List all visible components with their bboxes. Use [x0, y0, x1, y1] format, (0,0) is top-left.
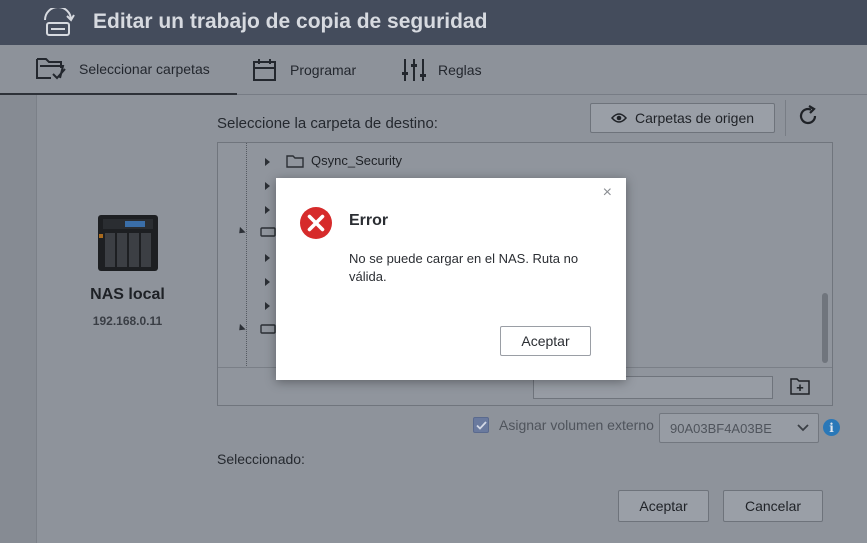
left-edge	[0, 95, 36, 543]
assign-label: Asignar volumen externo	[499, 417, 654, 433]
info-icon[interactable]: i	[823, 419, 840, 436]
source-folders-label: Carpetas de origen	[634, 110, 755, 126]
collapse-arrow-icon[interactable]	[236, 226, 246, 237]
assign-external-volume[interactable]: Asignar volumen externo	[473, 417, 654, 433]
tab-label: Programar	[290, 62, 357, 78]
error-dialog: × Error No se puede cargar en el NAS. Ru…	[276, 178, 626, 380]
nas-name: NAS local	[90, 286, 165, 303]
dialog-title: Error	[349, 212, 389, 229]
chevron-down-icon	[797, 424, 809, 432]
error-icon	[300, 207, 332, 239]
drive-icon	[260, 324, 276, 334]
divider	[785, 100, 786, 136]
title-bar: Editar un trabajo de copia de seguridad	[0, 0, 867, 45]
tab-select-folders[interactable]: Seleccionar carpetas	[0, 45, 237, 95]
expand-arrow-icon[interactable]	[265, 182, 270, 190]
checkmark-icon	[475, 420, 487, 430]
selected-label: Seleccionado:	[217, 451, 305, 467]
drive-icon	[260, 227, 276, 237]
accept-button[interactable]: Aceptar	[618, 490, 709, 522]
tab-rules[interactable]: Reglas	[402, 45, 482, 95]
backup-job-icon	[44, 8, 75, 36]
refresh-icon[interactable]	[796, 104, 820, 128]
tab-label: Reglas	[438, 62, 482, 78]
collapse-arrow-icon[interactable]	[236, 323, 246, 334]
nas-ip: 192.168.0.11	[92, 314, 163, 328]
sliders-icon	[402, 59, 426, 81]
tree-folder-label: Qsync_Security	[311, 153, 403, 168]
window-title: Editar un trabajo de copia de seguridad	[93, 10, 488, 33]
eye-icon	[610, 113, 627, 123]
cancel-button[interactable]: Cancelar	[723, 490, 823, 522]
volume-value: 90A03BF4A03BE	[670, 420, 772, 436]
tree-folder-item[interactable]: Qsync_Security	[286, 153, 402, 168]
expand-arrow-icon[interactable]	[265, 254, 270, 262]
volume-select[interactable]: 90A03BF4A03BE	[659, 413, 819, 443]
expand-arrow-icon[interactable]	[265, 278, 270, 286]
assign-checkbox[interactable]	[473, 417, 489, 433]
expand-arrow-icon[interactable]	[265, 302, 270, 310]
calendar-icon	[253, 59, 276, 81]
tree-scrollbar[interactable]	[822, 293, 828, 363]
expand-arrow-icon[interactable]	[265, 206, 270, 214]
tab-bar: Seleccionar carpetas Programar Reglas	[0, 45, 867, 95]
tab-label: Seleccionar carpetas	[79, 61, 210, 77]
tree-guide	[246, 143, 247, 368]
tab-schedule[interactable]: Programar	[252, 45, 356, 95]
dialog-accept-button[interactable]: Aceptar	[500, 326, 591, 356]
nas-device-icon	[98, 215, 158, 271]
folder-check-icon	[36, 58, 66, 80]
dialog-message: No se puede cargar en el NAS. Ruta no vá…	[349, 251, 579, 284]
folder-icon	[286, 154, 304, 168]
source-folders-button[interactable]: Carpetas de origen	[590, 103, 775, 133]
close-icon[interactable]: ×	[603, 184, 612, 202]
expand-arrow-icon[interactable]	[265, 158, 270, 166]
new-folder-icon[interactable]	[790, 377, 810, 395]
destination-label: Seleccione la carpeta de destino:	[217, 115, 438, 132]
